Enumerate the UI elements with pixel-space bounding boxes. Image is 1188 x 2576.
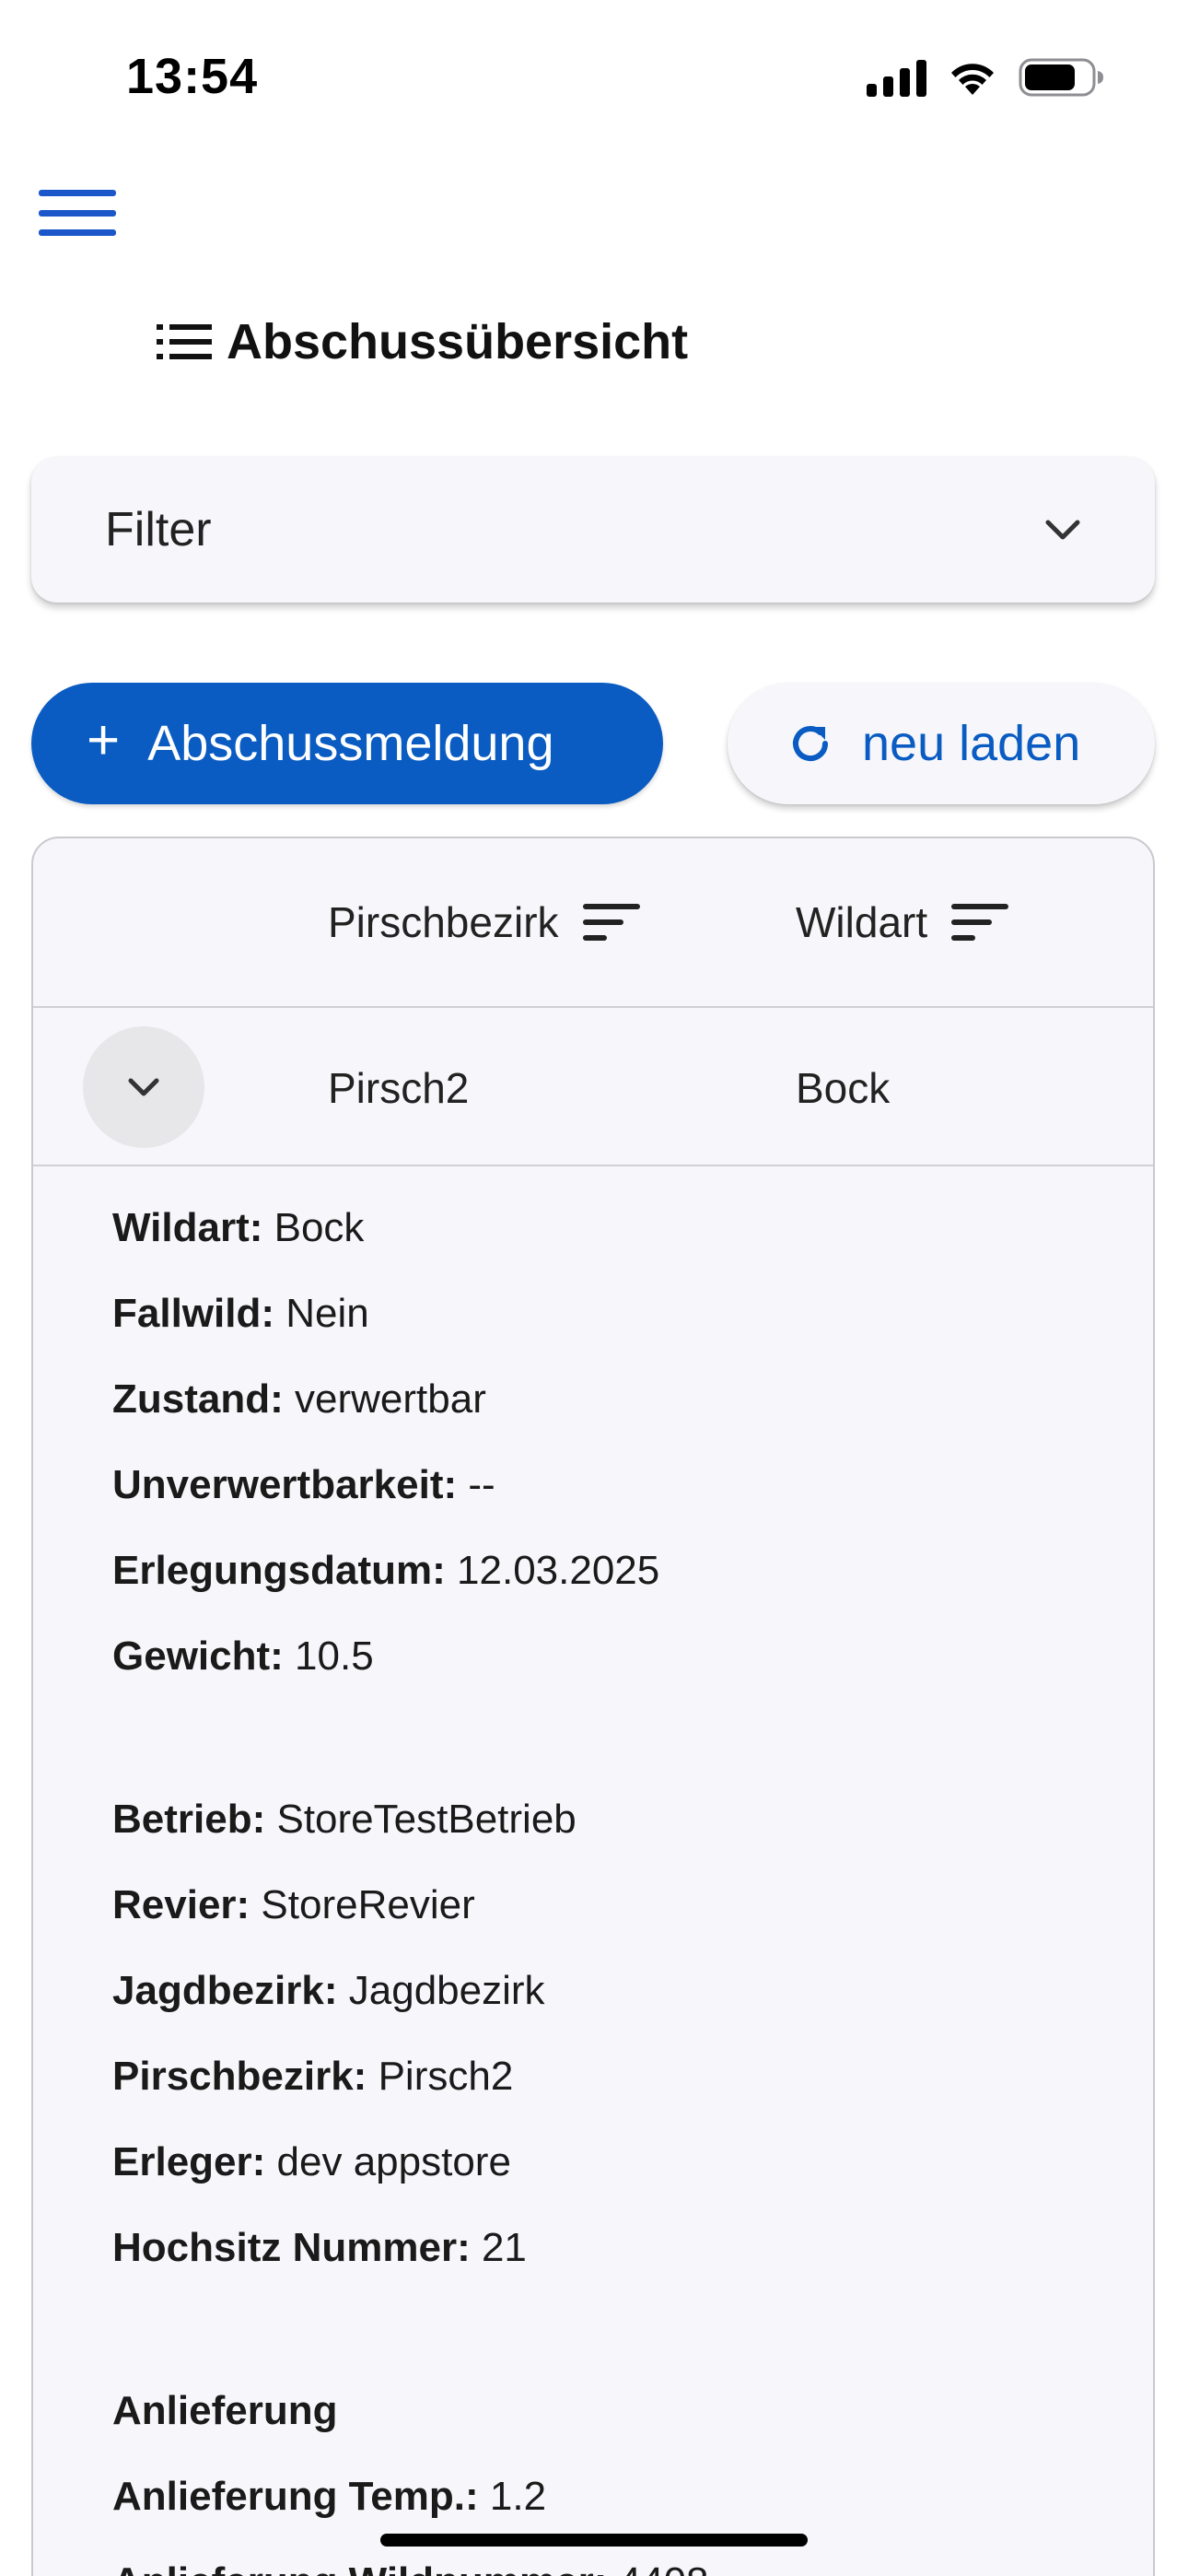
detail-revier: Revier: StoreRevier [112, 1882, 475, 1927]
status-bar: 13:54 [0, 0, 1188, 157]
detail-betrieb: Betrieb: StoreTestBetrieb [112, 1797, 577, 1842]
page-title: Abschussübersicht [157, 313, 688, 370]
add-button-label: Abschussmeldung [147, 716, 554, 771]
home-indicator[interactable] [380, 2534, 808, 2547]
detail-erlegungsdatum: Erlegungsdatum: 12.03.2025 [112, 1548, 660, 1593]
wifi-icon [947, 58, 998, 97]
reload-button[interactable]: neu laden [728, 683, 1155, 804]
screen: 13:54 Abschussübersicht Filter + Abschus… [0, 0, 1188, 2576]
sort-icon [582, 904, 640, 941]
detail-zustand: Zustand: verwertbar [112, 1376, 486, 1422]
detail-gewicht: Gewicht: 10.5 [112, 1633, 374, 1679]
plus-icon: + [87, 708, 121, 772]
detail-erleger: Erleger: dev appstore [112, 2139, 511, 2184]
detail-jagdbezirk: Jagdbezirk: Jagdbezirk [112, 1968, 545, 2013]
signal-icon [867, 58, 926, 97]
cell-pirschbezirk: Pirsch2 [328, 1064, 470, 1112]
detail-pirschbezirk: Pirschbezirk: Pirsch2 [112, 2054, 514, 2099]
detail-anlieferung-temp: Anlieferung Temp.: 1.2 [112, 2474, 547, 2519]
add-abschussmeldung-button[interactable]: + Abschussmeldung [31, 683, 663, 804]
column-header-wildart[interactable]: Wildart [796, 897, 1009, 947]
chevron-down-icon [1045, 520, 1080, 540]
table-row[interactable]: Pirsch2 Bock [33, 1008, 1153, 1166]
detail-hochsitz-nummer: Hochsitz Nummer: 21 [112, 2225, 527, 2270]
detail-wildart: Wildart: Bock [112, 1205, 365, 1250]
table-header: Pirschbezirk Wildart [33, 838, 1153, 1008]
hamburger-menu-icon[interactable] [39, 184, 116, 241]
filter-dropdown[interactable]: Filter [31, 457, 1155, 603]
page-title-text: Abschussübersicht [227, 314, 689, 369]
row-details: Wildart: Bock Fallwild: Nein Zustand: ve… [112, 1187, 1125, 2576]
detail-spacer [112, 1701, 1125, 1778]
detail-fallwild: Fallwild: Nein [112, 1291, 369, 1336]
filter-label: Filter [105, 503, 212, 556]
detail-spacer [112, 2292, 1125, 2370]
reload-button-label: neu laden [862, 716, 1081, 771]
status-icons [867, 57, 1105, 98]
battery-icon [1019, 57, 1105, 98]
detail-heading-anlieferung: Anlieferung [112, 2388, 338, 2433]
column-header-pirschbezirk[interactable]: Pirschbezirk [328, 897, 640, 947]
cell-wildart: Bock [796, 1064, 891, 1112]
sort-icon [951, 904, 1009, 941]
column-header-label: Wildart [796, 898, 928, 946]
refresh-icon [793, 726, 829, 762]
detail-unverwertbarkeit: Unverwertbarkeit: -- [112, 1462, 495, 1507]
column-header-label: Pirschbezirk [328, 898, 559, 946]
collapse-row-button[interactable] [83, 1026, 204, 1148]
status-time: 13:54 [126, 49, 259, 104]
list-icon [157, 324, 212, 359]
chevron-down-icon [128, 1078, 159, 1096]
